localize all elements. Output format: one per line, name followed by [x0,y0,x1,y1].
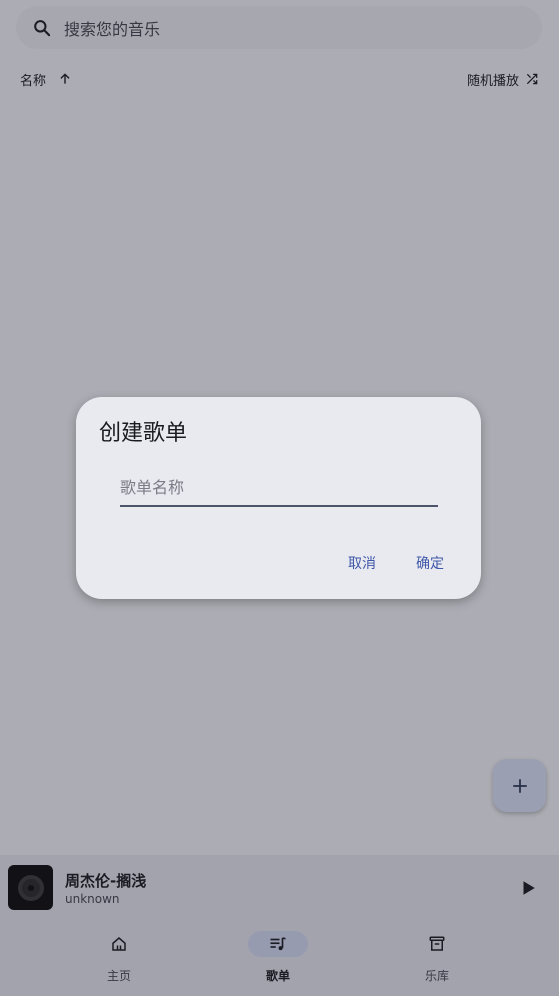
create-playlist-dialog: 创建歌单 取消 确定 [76,397,481,599]
playlist-name-input[interactable] [120,473,438,507]
confirm-button[interactable]: 确定 [416,553,444,573]
cancel-button[interactable]: 取消 [348,553,376,573]
dialog-title: 创建歌单 [99,421,188,446]
